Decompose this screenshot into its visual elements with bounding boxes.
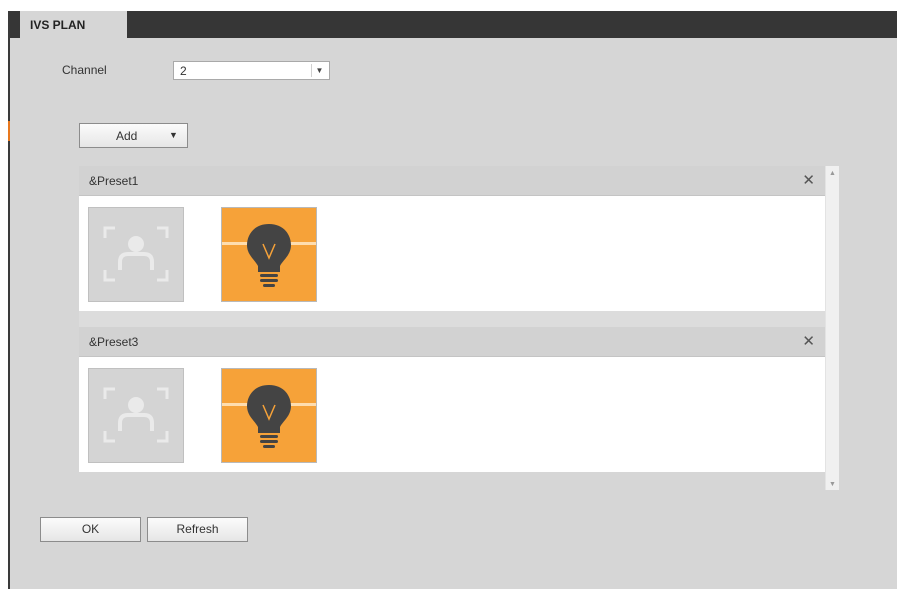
preset-body bbox=[79, 357, 825, 472]
preset-section: &Preset1 ✕ bbox=[79, 166, 825, 311]
face-detection-rule-tile[interactable] bbox=[88, 207, 184, 302]
preset-divider bbox=[79, 311, 825, 327]
scroll-up-icon[interactable]: ▲ bbox=[829, 170, 836, 177]
preset-title: &Preset3 bbox=[89, 335, 139, 349]
face-detection-icon bbox=[103, 226, 169, 282]
lightbulb-icon bbox=[222, 224, 316, 287]
lightbulb-rule-tile[interactable] bbox=[221, 368, 317, 463]
preset-list-scrollbar[interactable]: ▲ ▼ bbox=[825, 166, 839, 490]
lightbulb-rule-tile[interactable] bbox=[221, 207, 317, 302]
add-button-label: Add bbox=[116, 129, 138, 143]
channel-label: Channel bbox=[62, 63, 107, 77]
channel-select[interactable]: 2 ▼ bbox=[173, 61, 330, 80]
face-detection-rule-tile[interactable] bbox=[88, 368, 184, 463]
refresh-button[interactable]: Refresh bbox=[147, 517, 248, 542]
scroll-down-icon[interactable]: ▼ bbox=[829, 481, 836, 488]
close-icon[interactable]: ✕ bbox=[802, 171, 815, 189]
ok-button[interactable]: OK bbox=[40, 517, 141, 542]
channel-select-value: 2 bbox=[180, 64, 187, 78]
preset-list-panel: &Preset1 ✕ &Preset3 ✕ bbox=[79, 166, 825, 472]
tab-ivs-plan[interactable]: IVS PLAN bbox=[20, 11, 127, 39]
close-icon[interactable]: ✕ bbox=[802, 332, 815, 350]
preset-body bbox=[79, 196, 825, 311]
preset-header: &Preset3 ✕ bbox=[79, 327, 825, 357]
preset-header: &Preset1 ✕ bbox=[79, 166, 825, 196]
tab-bar: IVS PLAN bbox=[10, 11, 897, 39]
lightbulb-icon bbox=[222, 385, 316, 448]
face-detection-icon bbox=[103, 387, 169, 443]
accent-marker bbox=[8, 121, 10, 141]
preset-title: &Preset1 bbox=[89, 174, 139, 188]
preset-section: &Preset3 ✕ bbox=[79, 327, 825, 472]
ivs-plan-window: IVS PLAN Channel 2 ▼ Add ▼ &Preset1 ✕ &P… bbox=[8, 11, 897, 589]
add-button[interactable]: Add ▼ bbox=[79, 123, 188, 148]
chevron-down-icon[interactable]: ▼ bbox=[311, 64, 327, 77]
chevron-down-icon: ▼ bbox=[169, 130, 178, 140]
